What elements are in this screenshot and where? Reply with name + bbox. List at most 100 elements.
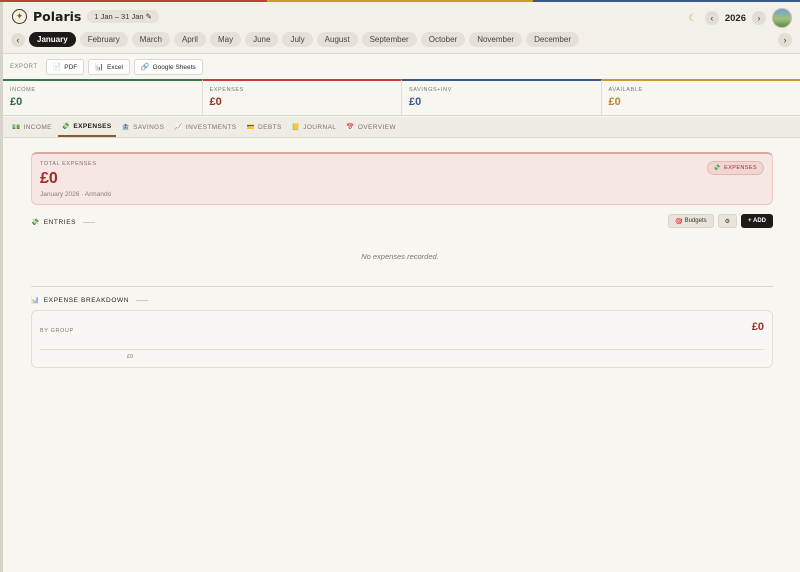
year-controls: ☾ ‹ 2026 › (685, 8, 792, 28)
date-range-chip[interactable]: 1 Jan – 31 Jan ✎ (87, 10, 159, 23)
breakdown-total: £0 (751, 321, 764, 333)
tab-income[interactable]: 💵 INCOME (8, 117, 56, 137)
export-sheets-label: Google Sheets (152, 63, 196, 71)
spreadsheet-icon: 📊 (95, 64, 104, 71)
tab-label: INVESTMENTS (185, 123, 237, 131)
badge-label: EXPENSES (724, 165, 757, 171)
budgets-label: Budgets (684, 218, 707, 224)
journal-icon: 📒 (291, 124, 301, 131)
expenses-badge: 💸 EXPENSES (706, 161, 764, 175)
prev-year-button[interactable]: ‹ (704, 11, 719, 25)
tab-label: DEBTS (258, 123, 282, 131)
breakdown-title: EXPENSE BREAKDOWN (43, 296, 130, 304)
month-june[interactable]: June (245, 32, 279, 47)
summary-label: SAVINGS+INV (409, 87, 453, 93)
export-pdf-button[interactable]: 📄 PDF (45, 59, 85, 75)
tab-debts[interactable]: 💳 DEBTS (243, 117, 286, 137)
tab-overview[interactable]: 📅 OVERVIEW (342, 117, 400, 137)
month-december[interactable]: December (526, 32, 579, 47)
tab-label: SAVINGS (133, 123, 165, 131)
month-january[interactable]: January (29, 32, 76, 47)
total-subtitle: January 2026 · Armando (40, 191, 112, 198)
summary-value: £0 (209, 96, 222, 108)
export-excel-label: Excel (107, 63, 123, 71)
summary-value: £0 (608, 96, 621, 108)
empty-state-message: No expenses recorded. (361, 252, 439, 261)
app-title: Polaris (33, 9, 82, 24)
heading-rule (136, 299, 149, 301)
app-header: ✦ Polaris 1 Jan – 31 Jan ✎ ☾ ‹ 2026 › ‹ … (3, 2, 800, 54)
year-label: 2026 (724, 12, 746, 24)
month-march[interactable]: March (131, 32, 170, 47)
bar-chart-icon: 📊 (31, 297, 40, 304)
heading-rule (83, 221, 96, 223)
moon-icon[interactable]: ☾ (685, 13, 701, 24)
summary-savings: SAVINGS+INV £0 (402, 79, 602, 115)
month-may[interactable]: May (209, 32, 242, 47)
month-february[interactable]: February (79, 32, 128, 47)
breakdown-card: BY GROUP £0 £0 (31, 310, 773, 368)
summary-available: AVAILABLE £0 (601, 79, 800, 115)
next-year-button[interactable]: › (752, 11, 766, 25)
expenses-icon: 💸 (713, 165, 722, 171)
budgets-button[interactable]: 🎯 Budgets (668, 214, 714, 228)
export-pdf-label: PDF (64, 63, 78, 71)
month-october[interactable]: October (420, 32, 466, 47)
bank-icon: 🏦 (121, 124, 131, 131)
section-divider (31, 286, 773, 287)
link-icon: 🔗 (140, 64, 150, 71)
add-entry-button[interactable]: + ADD (741, 214, 773, 228)
month-selector: ‹ January February March April May June … (11, 32, 579, 47)
entries-actions: 🎯 Budgets ⚙ + ADD (668, 214, 773, 228)
summary-bar: INCOME £0 EXPENSES £0 SAVINGS+INV £0 AVA… (3, 79, 800, 116)
month-november[interactable]: November (469, 32, 523, 47)
summary-value: £0 (409, 96, 422, 108)
entries-title: ENTRIES (43, 218, 77, 226)
summary-label: EXPENSES (209, 87, 244, 93)
tab-investments[interactable]: 📈 INVESTMENTS (170, 117, 240, 137)
chart-icon: 📈 (174, 124, 183, 131)
tab-label: JOURNAL (303, 123, 337, 131)
card-icon: 💳 (246, 124, 256, 131)
total-label: TOTAL EXPENSES (40, 161, 97, 167)
gear-icon: ⚙ (724, 218, 731, 225)
target-icon: 🎯 (675, 218, 683, 225)
cash-icon: 💵 (12, 124, 21, 131)
tab-journal[interactable]: 📒 JOURNAL (288, 117, 341, 137)
breakdown-rule (40, 349, 764, 350)
export-label: EXPORT (10, 64, 38, 70)
summary-expenses: EXPENSES £0 (202, 79, 402, 115)
summary-label: INCOME (10, 87, 36, 93)
section-tabs: 💵 INCOME 💸 EXPENSES 🏦 SAVINGS 📈 INVESTMENTS … (3, 117, 800, 138)
total-value: £0 (40, 170, 58, 187)
summary-label: AVAILABLE (608, 87, 643, 93)
month-april[interactable]: April (173, 32, 206, 47)
tab-label: OVERVIEW (357, 123, 396, 131)
tab-label: INCOME (23, 123, 52, 131)
month-august[interactable]: August (316, 32, 358, 47)
export-excel-button[interactable]: 📊 Excel (88, 59, 130, 75)
compass-icon: ✦ (12, 9, 27, 24)
next-month-button[interactable]: › (778, 33, 792, 47)
brand: ✦ Polaris 1 Jan – 31 Jan ✎ (12, 9, 159, 24)
calendar-icon: 📅 (346, 124, 355, 131)
total-expenses-card: TOTAL EXPENSES £0 January 2026 · Armando… (31, 152, 773, 205)
month-july[interactable]: July (282, 32, 313, 47)
expenses-icon: 💸 (31, 219, 40, 226)
tab-expenses[interactable]: 💸 EXPENSES (57, 117, 116, 137)
summary-income: INCOME £0 (3, 79, 203, 115)
month-september[interactable]: September (361, 32, 417, 47)
document-icon: 📄 (52, 64, 62, 71)
breakdown-heading: 📊 EXPENSE BREAKDOWN (31, 296, 149, 304)
prev-month-button[interactable]: ‹ (11, 32, 25, 47)
tab-savings[interactable]: 🏦 SAVINGS (118, 117, 169, 137)
entries-heading: 💸 ENTRIES (31, 218, 96, 226)
by-group-label: BY GROUP (40, 328, 74, 334)
avatar[interactable] (772, 8, 792, 28)
expenses-icon: 💸 (61, 123, 71, 130)
breakdown-axis-label: £0 (127, 354, 134, 360)
export-sheets-button[interactable]: 🔗 Google Sheets (133, 59, 203, 75)
settings-button[interactable]: ⚙ (717, 214, 738, 228)
summary-value: £0 (10, 96, 23, 108)
tab-label: EXPENSES (73, 122, 112, 130)
